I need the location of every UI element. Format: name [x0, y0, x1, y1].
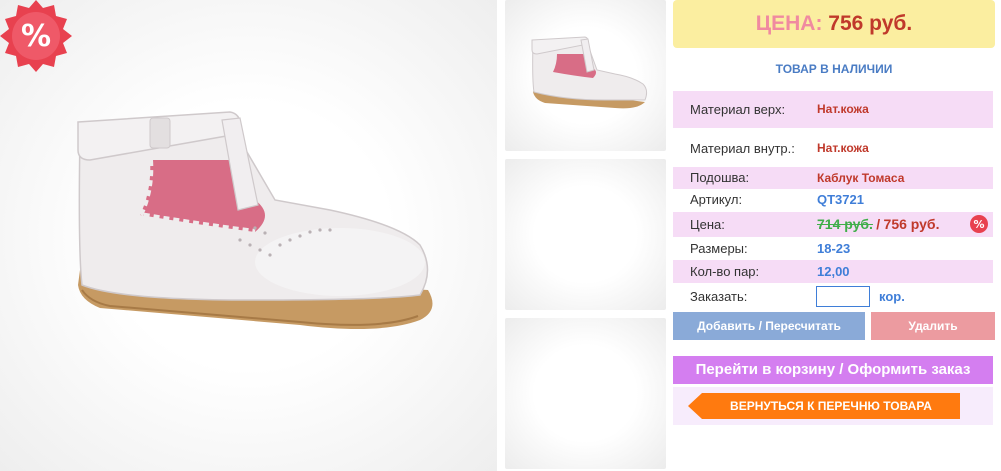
mini-badge-symbol: % — [973, 218, 984, 231]
order-unit: кор. — [879, 289, 905, 304]
spec-key: Заказать: — [690, 289, 748, 304]
spec-value: Каблук Томаса — [817, 171, 905, 185]
spec-value: Нат.кожа — [817, 141, 869, 155]
back-button-label: ВЕРНУТЬСЯ К ПЕРЕЧНЮ ТОВАРА — [730, 399, 932, 413]
spec-key: Цена: — [690, 217, 725, 232]
price-label: ЦЕНА: — [755, 12, 823, 35]
main-product-photo[interactable]: % — [0, 0, 497, 471]
spec-value: 12,00 — [817, 264, 850, 279]
spec-key: Материал внутр.: — [690, 141, 795, 156]
spec-key: Артикул: — [690, 192, 743, 207]
back-button-container: ВЕРНУТЬСЯ К ПЕРЕЧНЮ ТОВАРА — [673, 387, 993, 425]
price-separator: / — [876, 216, 881, 232]
old-price: 714 руб. — [817, 216, 873, 232]
go-to-cart-button[interactable]: Перейти в корзину / Оформить заказ — [673, 356, 993, 384]
back-to-list-button[interactable]: ВЕРНУТЬСЯ К ПЕРЕЧНЮ ТОВАРА — [688, 393, 960, 419]
spec-value: 18-23 — [817, 241, 851, 256]
price-header: ЦЕНА: 756 руб. — [673, 0, 995, 48]
new-price: 756 руб. — [883, 216, 940, 232]
spec-row-material-inner: Материал внутр.: Нат.кожа — [673, 130, 993, 167]
spec-price-values: 714 руб. / 756 руб. — [817, 212, 939, 238]
spec-row-article: Артикул: QT3721 — [673, 189, 993, 211]
spec-key: Размеры: — [690, 241, 748, 256]
add-recalculate-button[interactable]: Добавить / Пересчитать — [673, 312, 865, 340]
spec-row-pairs: Кол-во пар: 12,00 — [673, 260, 993, 283]
order-quantity-input[interactable] — [816, 286, 870, 307]
sale-percent-icon: % — [0, 0, 72, 72]
spec-value: Нат.кожа — [817, 102, 869, 116]
spec-key: Подошва: — [690, 170, 750, 185]
stock-status: ТОВАР В НАЛИЧИИ — [775, 62, 893, 76]
product-page: % ЦЕНА: 756 руб. ТОВАР В НАЛИЧИИ Материа… — [0, 0, 1001, 471]
shoe-image — [77, 111, 433, 329]
thumbnail-2[interactable] — [505, 159, 666, 310]
spec-key: Материал верх: — [690, 102, 786, 117]
spec-row-material-top: Материал верх: Нат.кожа — [673, 91, 993, 128]
spec-value: QT3721 — [817, 192, 864, 207]
thumbnail-1[interactable] — [505, 0, 666, 151]
delete-button[interactable]: Удалить — [871, 312, 995, 340]
spec-row-sizes: Размеры: 18-23 — [673, 237, 993, 260]
shoe-thumbnail-image — [531, 36, 648, 109]
sale-percent-icon-small: % — [970, 215, 988, 233]
price-value: 756 руб. — [828, 12, 913, 35]
spec-row-price: Цена: 714 руб. / 756 руб. % — [673, 212, 993, 237]
spec-key: Кол-во пар: — [690, 264, 760, 279]
spec-row-sole: Подошва: Каблук Томаса — [673, 167, 993, 189]
arrow-left-icon — [688, 393, 702, 419]
thumbnail-3[interactable] — [505, 318, 666, 469]
spec-row-order: Заказать: кор. — [673, 284, 993, 309]
sale-badge-symbol: % — [21, 19, 51, 54]
